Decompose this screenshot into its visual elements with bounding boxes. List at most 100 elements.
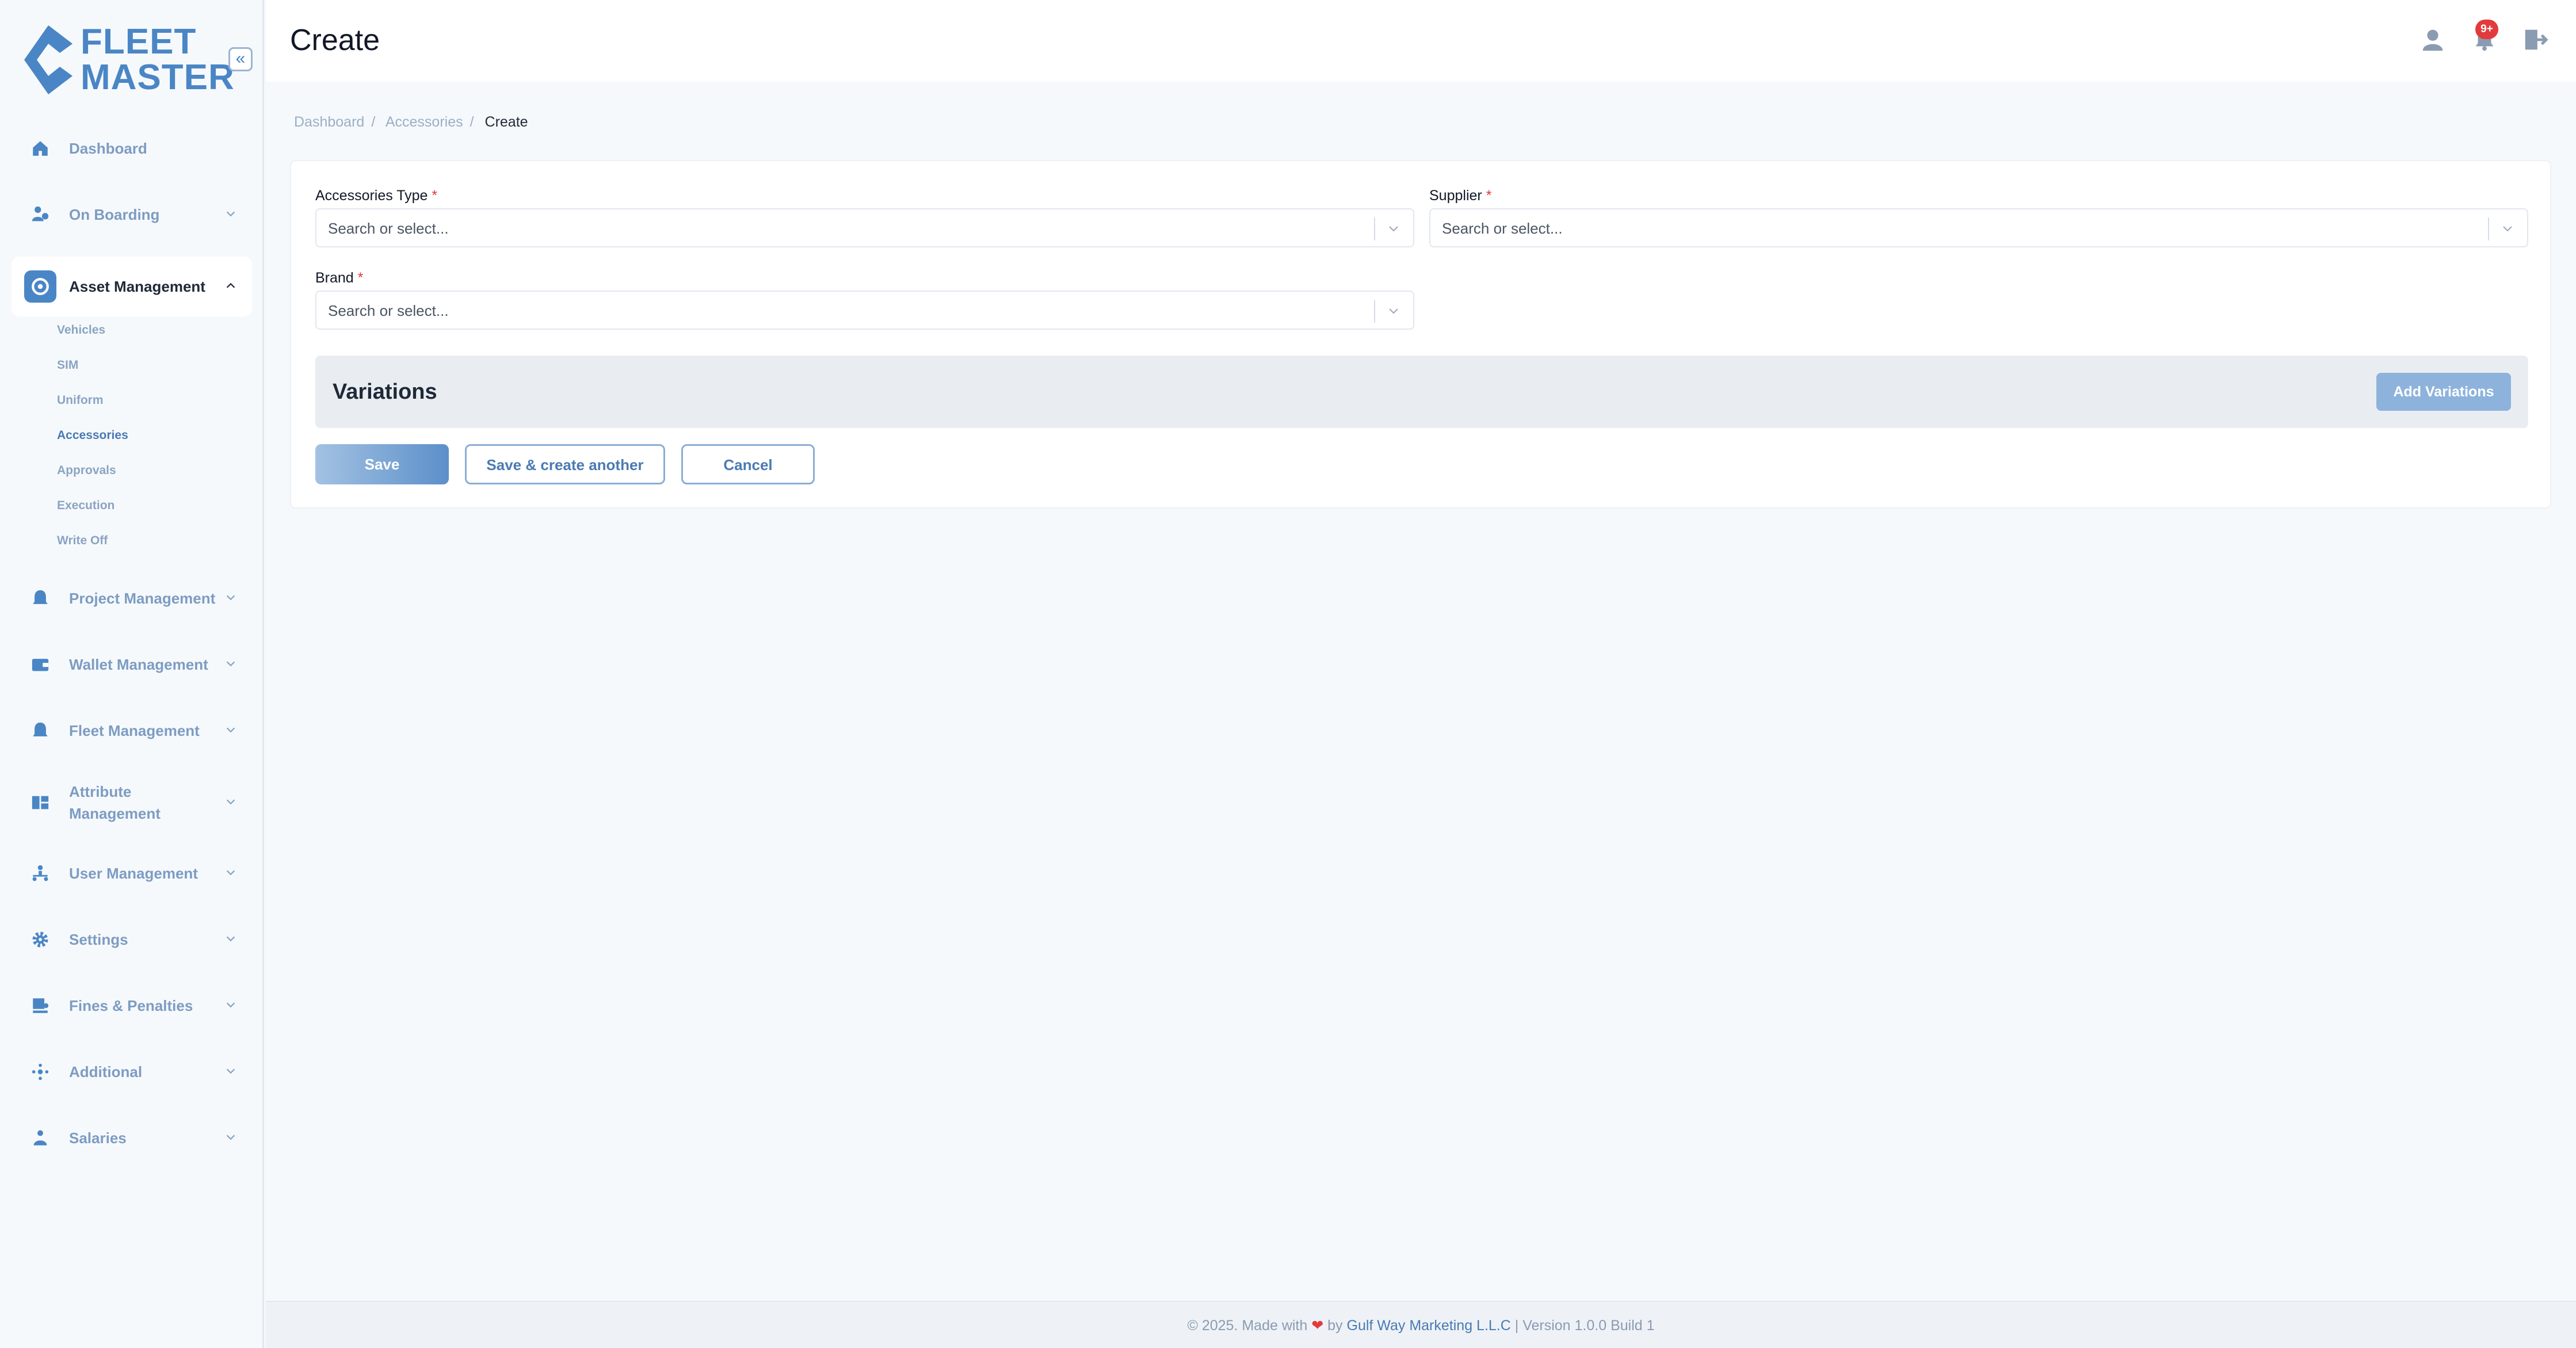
- select-divider: [1374, 217, 1375, 240]
- variations-section: Variations Add Variations: [315, 356, 2528, 428]
- required-mark: *: [357, 270, 364, 286]
- footer-version: | Version 1.0.0 Build 1: [1514, 1318, 1655, 1334]
- sidebar-item-label: Fleet Management: [69, 722, 200, 739]
- onboarding-icon: [24, 198, 56, 231]
- breadcrumb-accessories[interactable]: Accessories: [386, 114, 463, 130]
- sidebar-item-attribute-management[interactable]: Attribute Management: [12, 773, 252, 833]
- top-header: Create: [266, 0, 2576, 82]
- sidebar-subitem-vehicles[interactable]: Vehicles: [57, 323, 105, 337]
- sidebar-item-asset-management[interactable]: Asset Management: [12, 257, 252, 316]
- variations-title: Variations: [333, 380, 437, 404]
- logout-icon[interactable]: [2522, 26, 2548, 53]
- footer: © 2025. Made with ❤ by Gulf Way Marketin…: [266, 1301, 2576, 1348]
- sidebar-item-label: Project Management: [69, 590, 216, 607]
- sidebar-item-settings[interactable]: Settings: [12, 910, 252, 969]
- supplier-placeholder: Search or select...: [1442, 220, 1563, 237]
- logo-line-2: MASTER: [81, 58, 235, 97]
- page-title: Create: [290, 24, 380, 57]
- sidebar-item-label: Dashboard: [69, 140, 147, 157]
- chevron-down-icon: [226, 936, 235, 942]
- heart-icon: ❤: [1311, 1318, 1324, 1334]
- save-create-another-button[interactable]: Save & create another: [465, 444, 665, 484]
- accessories-type-label-text: Accessories Type: [315, 188, 428, 204]
- collapse-sidebar-button[interactable]: «: [228, 47, 253, 71]
- chevron-down-icon[interactable]: [1387, 222, 1400, 236]
- sidebar-subitem-execution[interactable]: Execution: [57, 499, 115, 513]
- attribute-icon: [24, 786, 56, 819]
- create-form-card: Accessories Type * Search or select... S…: [290, 160, 2551, 509]
- footer-by: by: [1327, 1318, 1343, 1334]
- chevron-down-icon: [226, 870, 235, 876]
- chevron-down-icon: [226, 211, 235, 217]
- brand-select[interactable]: Search or select...: [315, 291, 1414, 330]
- sidebar-subitem-approvals[interactable]: Approvals: [57, 464, 116, 478]
- wallet-icon: [24, 648, 56, 681]
- sidebar-item-label: Asset Management: [69, 278, 205, 295]
- sidebar-item-user-management[interactable]: User Management: [12, 843, 252, 903]
- user-profile-icon[interactable]: [2419, 26, 2446, 53]
- supplier-select[interactable]: Search or select...: [1429, 208, 2528, 247]
- logo-text: FLEET MASTER: [81, 24, 235, 96]
- sidebar-subitem-accessories[interactable]: Accessories: [57, 429, 128, 442]
- project-icon: [24, 582, 56, 614]
- footer-copyright: © 2025. Made with: [1187, 1318, 1308, 1334]
- accessories-type-select[interactable]: Search or select...: [315, 208, 1414, 247]
- sidebar-subitem-uniform[interactable]: Uniform: [57, 394, 104, 407]
- logo-line-1: FLEET: [81, 22, 197, 62]
- chevron-down-icon: [226, 1068, 235, 1074]
- brand-placeholder: Search or select...: [328, 302, 449, 319]
- footer-company-link[interactable]: Gulf Way Marketing L.L.C: [1347, 1318, 1511, 1334]
- sidebar-item-additional[interactable]: Additional: [12, 1042, 252, 1102]
- cancel-button[interactable]: Cancel: [681, 444, 815, 484]
- additional-icon: [24, 1056, 56, 1088]
- sidebar-item-fleet-management[interactable]: Fleet Management: [12, 701, 252, 761]
- sidebar-item-label: Settings: [69, 931, 128, 948]
- fleet-icon: [24, 715, 56, 747]
- sidebar-item-label: Additional: [69, 1063, 143, 1080]
- chevron-down-icon: [226, 727, 235, 733]
- sidebar-item-wallet-management[interactable]: Wallet Management: [12, 635, 252, 694]
- notification-badge: 9+: [2475, 20, 2498, 39]
- chevron-down-icon: [226, 1135, 235, 1140]
- select-divider: [1374, 300, 1375, 323]
- sidebar-item-label: User Management: [69, 865, 198, 882]
- supplier-label: Supplier *: [1429, 188, 1491, 204]
- required-mark: *: [432, 188, 438, 204]
- chevron-down-icon: [226, 1002, 235, 1008]
- sidebar-item-label: Fines & Penalties: [69, 997, 193, 1014]
- sidebar-item-project-management[interactable]: Project Management: [12, 568, 252, 628]
- chevron-down-icon[interactable]: [1387, 304, 1400, 318]
- breadcrumb-dashboard[interactable]: Dashboard: [294, 114, 364, 130]
- sidebar-item-label: Wallet Management: [69, 656, 208, 673]
- home-icon: [24, 132, 56, 165]
- users-icon: [24, 857, 56, 889]
- sidebar-item-label: Salaries: [69, 1129, 127, 1147]
- brand-label-text: Brand: [315, 270, 354, 286]
- breadcrumb-current: Create: [484, 114, 528, 130]
- logo-mark-icon: [24, 25, 72, 94]
- chevron-down-icon[interactable]: [2501, 222, 2514, 236]
- sidebar-subitem-sim[interactable]: SIM: [57, 358, 78, 372]
- sidebar: FLEET MASTER « Dashboard On Boarding Ass…: [0, 0, 264, 1348]
- sidebar-item-dashboard[interactable]: Dashboard: [12, 119, 252, 178]
- supplier-label-text: Supplier: [1429, 188, 1482, 204]
- sidebar-item-fines-penalties[interactable]: Fines & Penalties: [12, 976, 252, 1036]
- add-variations-button[interactable]: Add Variations: [2376, 373, 2511, 411]
- breadcrumb: Dashboard / Accessories / Create: [294, 114, 528, 130]
- sidebar-item-salaries[interactable]: Salaries: [12, 1108, 252, 1168]
- save-button[interactable]: Save: [315, 444, 449, 484]
- required-mark: *: [1486, 188, 1492, 204]
- salaries-icon: [24, 1122, 56, 1154]
- logo[interactable]: FLEET MASTER: [24, 24, 235, 96]
- asset-icon: [24, 270, 56, 303]
- accessories-type-label: Accessories Type *: [315, 188, 437, 204]
- sidebar-item-label: On Boarding: [69, 206, 160, 223]
- brand-label: Brand *: [315, 270, 363, 287]
- sidebar-subitem-write-off[interactable]: Write Off: [57, 534, 108, 548]
- chevron-down-icon: [226, 799, 235, 805]
- accessories-type-placeholder: Search or select...: [328, 220, 449, 237]
- select-divider: [2488, 217, 2489, 240]
- chevron-down-icon: [226, 661, 235, 667]
- gear-icon: [24, 923, 56, 956]
- sidebar-item-on-boarding[interactable]: On Boarding: [12, 185, 252, 245]
